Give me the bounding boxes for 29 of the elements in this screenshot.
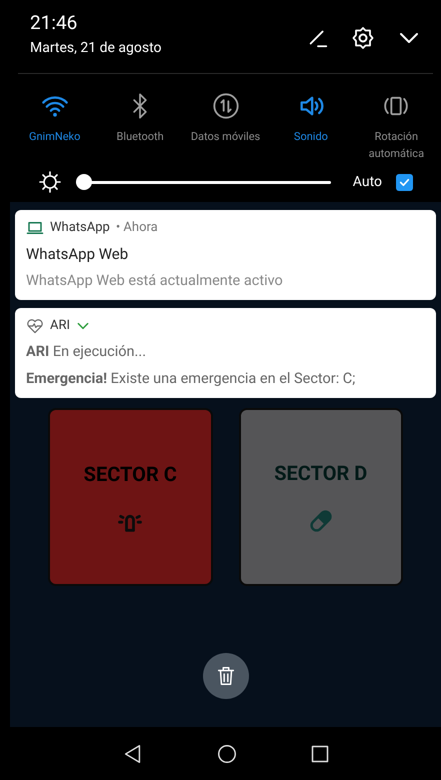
app-name: WhatsApp	[50, 219, 110, 237]
sector-card: SECTOR C	[48, 408, 212, 586]
clear-all-button[interactable]	[202, 653, 248, 699]
clock: 21:46	[30, 12, 78, 34]
quick-toggle[interactable]: Sonido	[268, 92, 354, 162]
notification-text: Emergencia! Existe una emergencia en el Sector: C;	[26, 368, 356, 388]
brightness-slider[interactable]	[76, 174, 331, 190]
quick-toggle[interactable]: Rotación automática	[354, 92, 440, 162]
laptop-icon	[26, 220, 44, 236]
home-icon[interactable]	[216, 742, 238, 764]
settings-icon[interactable]	[351, 26, 375, 50]
notification-time: • Ahora	[116, 219, 158, 237]
app-name: ARI	[50, 317, 70, 335]
auto-label: Auto	[352, 172, 382, 192]
notification-title: WhatsApp Web	[26, 244, 130, 264]
recents-icon[interactable]	[310, 744, 330, 764]
notification-text: ARI En ejecución...	[26, 342, 148, 362]
notification-text: WhatsApp Web está actualmente activo	[26, 271, 284, 291]
notification-card[interactable]: ARI ARI En ejecución... Emergencia! Existe una emergencia en el Sector: C;	[15, 308, 436, 398]
quick-toggle[interactable]: Bluetooth	[97, 92, 183, 162]
auto-checkbox[interactable]	[396, 174, 413, 190]
heart-pulse-icon	[26, 318, 44, 334]
brightness-icon	[38, 170, 62, 194]
quick-toggle[interactable]: GnimNeko	[12, 92, 98, 162]
mobile-data-icon	[212, 92, 240, 120]
notification-card[interactable]: WhatsApp • Ahora WhatsApp Web WhatsApp Web está actualmente activo	[15, 210, 436, 300]
sector-card: SECTOR D	[238, 408, 403, 586]
date: Martes, 21 de agosto	[30, 39, 162, 58]
quick-toggle[interactable]: Datos móviles	[182, 92, 268, 162]
